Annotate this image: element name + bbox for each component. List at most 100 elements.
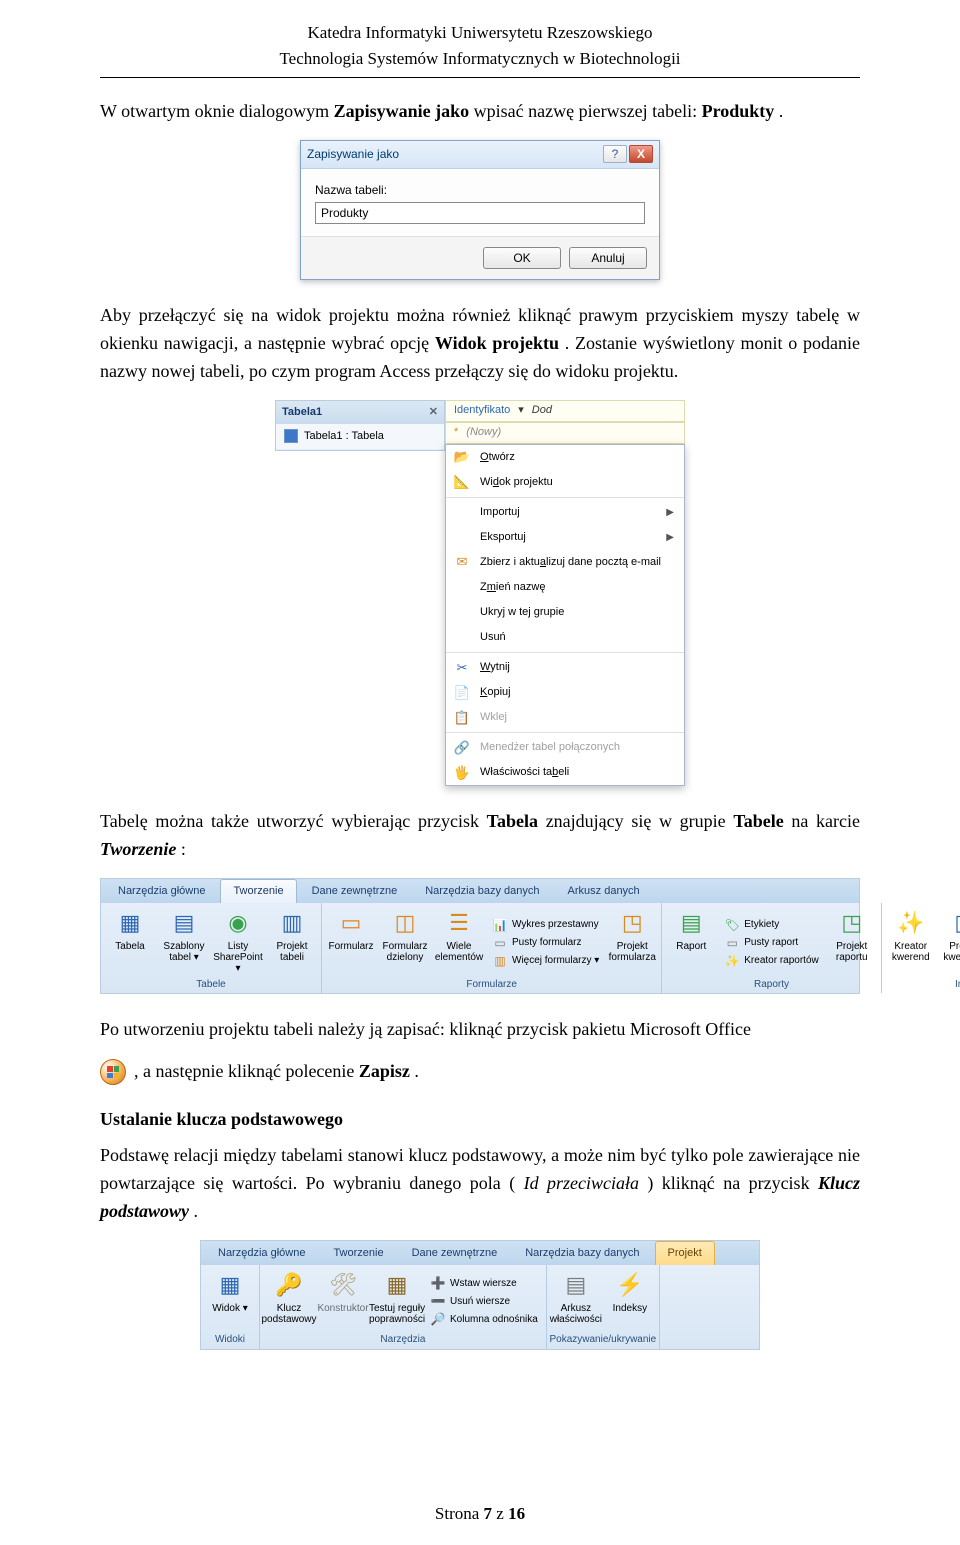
ok-button[interactable]: OK bbox=[483, 247, 561, 269]
sharepoint-icon: ◉ bbox=[222, 907, 254, 939]
btn-usun-wiersze[interactable]: ➖Usuń wiersze bbox=[430, 1294, 538, 1310]
linked-tables-icon: 🔗 bbox=[454, 740, 470, 756]
query-wizard-icon: ✨ bbox=[895, 907, 927, 939]
dialog-actions: OK Anuluj bbox=[301, 236, 659, 279]
insert-rows-icon: ➕ bbox=[430, 1276, 446, 1292]
ctx-separator bbox=[446, 732, 684, 733]
copy-icon: 📄 bbox=[454, 685, 470, 701]
col-identyfikator: Identyfikato bbox=[454, 402, 510, 419]
header-line-1: Katedra Informatyki Uniwersytetu Rzeszow… bbox=[100, 20, 860, 46]
datasheet-row: * (Nowy) bbox=[445, 422, 685, 444]
table-templates-icon: ▤ bbox=[168, 907, 200, 939]
context-menu-screenshot: Tabela1 ✕ Tabela1 : Tabela Identyfikato … bbox=[100, 400, 860, 787]
ctx-ukryj[interactable]: Ukryj w tej grupie bbox=[446, 600, 684, 625]
form-design-icon: ◳ bbox=[616, 907, 648, 939]
btn-raport[interactable]: ▤Raport bbox=[666, 907, 716, 979]
nav-item-tabela1[interactable]: Tabela1 : Tabela bbox=[276, 424, 444, 450]
btn-indeksy[interactable]: ⚡Indeksy bbox=[605, 1269, 655, 1335]
group-label: Inne bbox=[882, 977, 960, 993]
btn-wiecej-formularzy[interactable]: ▥Więcej formularzy ▾ bbox=[492, 953, 599, 969]
collapse-icon[interactable]: ✕ bbox=[429, 404, 438, 421]
blank-form-icon: ▭ bbox=[492, 935, 508, 951]
ctx-usun[interactable]: Usuń bbox=[446, 625, 684, 650]
nav-item-label: Tabela1 : Tabela bbox=[304, 428, 384, 445]
group-label: Raporty bbox=[662, 977, 880, 993]
tab-narzedzia-bazy[interactable]: Narzędzia bazy danych bbox=[412, 879, 552, 903]
group-label: Narzędzia bbox=[260, 1332, 546, 1348]
btn-kreator-kwerend[interactable]: ✨Kreator kwerend bbox=[886, 907, 936, 979]
table-name-input[interactable] bbox=[315, 202, 645, 224]
ctx-wklej: 📋Wklej bbox=[446, 705, 684, 730]
tab2-narzedzia-glowne[interactable]: Narzędzia główne bbox=[205, 1241, 318, 1265]
ctx-eksportuj[interactable]: Eksportuj▶ bbox=[446, 525, 684, 550]
report-small-list: 🏷Etykiety ▭Pusty raport ✨Kreator raportó… bbox=[720, 907, 822, 979]
ribbon-tabs: Narzędzia główne Tworzenie Dane zewnętrz… bbox=[101, 879, 859, 903]
builder-icon: 🛠 bbox=[327, 1269, 359, 1301]
tab2-projekt[interactable]: Projekt bbox=[655, 1241, 715, 1265]
ctx-zbierz-dane[interactable]: ✉Zbierz i aktualizuj dane pocztą e-mail bbox=[446, 550, 684, 575]
ctx-wytnij[interactable]: ✂Wytnij bbox=[446, 655, 684, 680]
dialog-titlebar[interactable]: Zapisywanie jako ? X bbox=[301, 141, 659, 169]
btn-wykres-przestawny[interactable]: 📊Wykres przestawny bbox=[492, 917, 599, 933]
ctx-importuj[interactable]: Importuj▶ bbox=[446, 500, 684, 525]
col-dodaj: Dod bbox=[532, 402, 552, 419]
btn-projekt-tabeli[interactable]: ▥Projekt tabeli bbox=[267, 907, 317, 979]
cut-icon: ✂ bbox=[454, 660, 470, 676]
heading-primary-key: Ustalanie klucza podstawowego bbox=[100, 1106, 860, 1134]
btn-pusty-formularz[interactable]: ▭Pusty formularz bbox=[492, 935, 599, 951]
ribbon2-groups: ▦Widok ▾ Widoki 🔑Klucz podstawowy 🛠Konst… bbox=[201, 1265, 759, 1349]
btn-arkusz-wlasciwosci[interactable]: ▤Arkusz właściwości bbox=[551, 1269, 601, 1335]
btn-formularz[interactable]: ▭Formularz bbox=[326, 907, 376, 979]
btn-wiele-elementow[interactable]: ☰Wiele elementów bbox=[434, 907, 484, 979]
tab2-dane-zewnetrzne[interactable]: Dane zewnętrzne bbox=[399, 1241, 511, 1265]
ribbon-groups: ▦Tabela ▤Szablony tabel ▾ ◉Listy SharePo… bbox=[101, 903, 859, 993]
btn-tabela[interactable]: ▦Tabela bbox=[105, 907, 155, 979]
btn-testuj-reguly[interactable]: ▦Testuj reguły poprawności bbox=[372, 1269, 422, 1335]
btn-projekt-kwerendy[interactable]: ◳Projekt kwerendy bbox=[940, 907, 960, 979]
btn-pusty-raport[interactable]: ▭Pusty raport bbox=[724, 935, 818, 951]
help-button[interactable]: ? bbox=[603, 145, 627, 163]
page-footer: Strona 7 z 16 bbox=[0, 1501, 960, 1527]
pivot-chart-icon: 📊 bbox=[492, 917, 508, 933]
ribbon-design: Narzędzia główne Tworzenie Dane zewnętrz… bbox=[200, 1240, 760, 1350]
report-design-icon: ◳ bbox=[836, 907, 868, 939]
ctx-widok-projektu[interactable]: 📐Widok projektu bbox=[446, 470, 684, 495]
btn-projekt-raportu[interactable]: ◳Projekt raportu bbox=[827, 907, 877, 979]
office-button-line: , a następnie kliknąć polecenie Zapisz . bbox=[100, 1058, 860, 1086]
btn-projekt-formularza[interactable]: ◳Projekt formularza bbox=[607, 907, 657, 979]
btn-wstaw-wiersze[interactable]: ➕Wstaw wiersze bbox=[430, 1276, 538, 1292]
property-sheet-icon: ▤ bbox=[560, 1269, 592, 1301]
form-small-list: 📊Wykres przestawny ▭Pusty formularz ▥Wię… bbox=[488, 907, 603, 979]
tab-tworzenie[interactable]: Tworzenie bbox=[220, 879, 296, 903]
group-narzedzia: 🔑Klucz podstawowy 🛠Konstruktor ▦Testuj r… bbox=[260, 1265, 547, 1349]
page-header: Katedra Informatyki Uniwersytetu Rzeszow… bbox=[100, 20, 860, 73]
tab2-tworzenie[interactable]: Tworzenie bbox=[320, 1241, 396, 1265]
btn-kreator-raportow[interactable]: ✨Kreator raportów bbox=[724, 953, 818, 969]
btn-szablony-tabel[interactable]: ▤Szablony tabel ▾ bbox=[159, 907, 209, 979]
paragraph-design-view: Aby przełączyć się na widok projektu moż… bbox=[100, 302, 860, 386]
nav-panel-header[interactable]: Tabela1 ✕ bbox=[276, 401, 444, 424]
delete-rows-icon: ➖ bbox=[430, 1294, 446, 1310]
ctx-wlasciwosci[interactable]: 🖐Właściwości tabeli bbox=[446, 760, 684, 785]
dialog-title: Zapisywanie jako bbox=[307, 145, 601, 164]
group-label: Formularze bbox=[322, 977, 661, 993]
tab-arkusz-danych[interactable]: Arkusz danych bbox=[555, 879, 653, 903]
btn-widok[interactable]: ▦Widok ▾ bbox=[205, 1269, 255, 1335]
office-button[interactable] bbox=[100, 1059, 126, 1085]
new-row-asterisk: * bbox=[454, 424, 458, 441]
ctx-zmien-nazwe[interactable]: Zmień nazwę bbox=[446, 575, 684, 600]
btn-formularz-dzielony[interactable]: ◫Formularz dzielony bbox=[380, 907, 430, 979]
btn-klucz-podstawowy[interactable]: 🔑Klucz podstawowy bbox=[264, 1269, 314, 1335]
btn-kolumna-odnosnika[interactable]: 🔎Kolumna odnośnika bbox=[430, 1312, 538, 1328]
btn-listy-sharepoint[interactable]: ◉Listy SharePoint ▾ bbox=[213, 907, 263, 979]
tab-dane-zewnetrzne[interactable]: Dane zewnętrzne bbox=[299, 879, 411, 903]
ctx-kopiuj[interactable]: 📄Kopiuj bbox=[446, 680, 684, 705]
ctx-otworz[interactable]: 📂Otwórz bbox=[446, 445, 684, 470]
ctx-separator bbox=[446, 497, 684, 498]
open-icon: 📂 bbox=[454, 449, 470, 465]
btn-etykiety[interactable]: 🏷Etykiety bbox=[724, 917, 818, 933]
tab2-narzedzia-bazy[interactable]: Narzędzia bazy danych bbox=[512, 1241, 652, 1265]
tab-narzedzia-glowne[interactable]: Narzędzia główne bbox=[105, 879, 218, 903]
cancel-button[interactable]: Anuluj bbox=[569, 247, 647, 269]
close-button[interactable]: X bbox=[629, 145, 653, 163]
